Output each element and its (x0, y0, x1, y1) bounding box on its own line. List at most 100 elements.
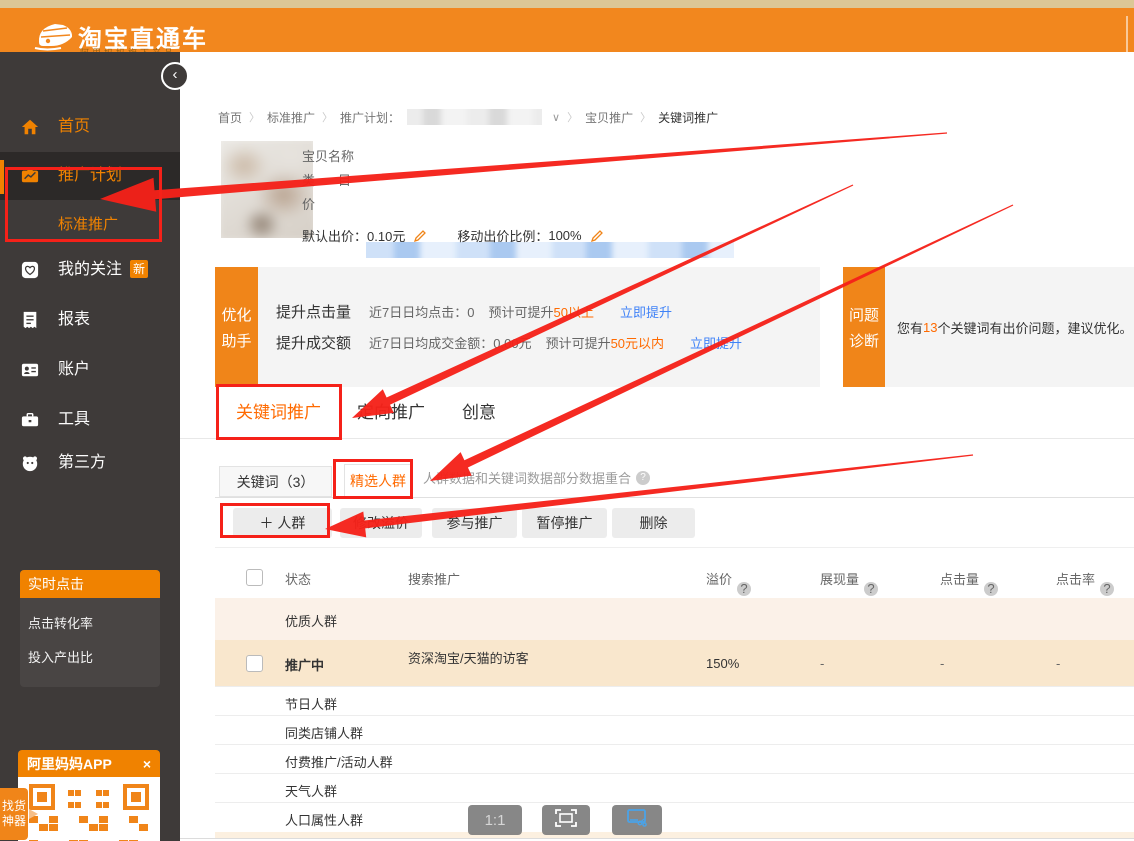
resume-promo-button[interactable]: 参与推广 (432, 508, 517, 538)
home-icon (21, 118, 39, 136)
modify-premium-button[interactable]: 修改溢价 (340, 508, 422, 538)
sidebar-item-home[interactable]: 首页 (0, 107, 180, 147)
audience-group-row: 人口属性人群 (215, 802, 1134, 831)
breadcrumb-separator: 〉 (567, 109, 578, 125)
account-icon (21, 361, 39, 379)
diagnosis-tag: 问题 诊断 (843, 267, 885, 387)
optimize-row-forecast: 预计可提升 (488, 302, 553, 321)
audience-group-row: 同类店铺人群 (215, 715, 1134, 744)
sidebar-item-label: 首页 (58, 107, 90, 147)
subtab-audiences[interactable]: 精选人群 (344, 464, 412, 498)
optimize-assistant-tag: 优化 助手 (215, 267, 258, 387)
breadcrumb-item[interactable]: 宝贝推广 (585, 109, 633, 126)
delete-button[interactable]: 删除 (612, 508, 695, 538)
tab-keyword-promo[interactable]: 关键词推广 (236, 399, 321, 426)
sidebar-item-label: 标准推广 (58, 205, 118, 245)
help-icon[interactable]: ? (864, 582, 878, 596)
side-tag-line1: 找货 (2, 799, 26, 814)
sidebar-item-label: 第三方 (58, 443, 106, 483)
subtab-note: 人群数据和关键词数据部分数据重合 ? (423, 468, 650, 487)
header-divider (1126, 16, 1128, 60)
audience-group-name: 人口属性人群 (285, 810, 363, 829)
viewer-fullscreen-button[interactable] (542, 805, 590, 835)
audience-group-name: 同类店铺人群 (285, 723, 363, 742)
thirdparty-icon (21, 454, 39, 472)
viewer-snip-button[interactable] (612, 805, 662, 835)
optimize-row: 提升成交额近7日日均成交金额：0.00元预计可提升50元以内立即提升 (276, 332, 820, 353)
optimize-row-forecast-highlight: 50元以内 (611, 333, 664, 352)
help-icon[interactable]: ? (984, 582, 998, 596)
column-header-audience: 搜索推广 (408, 569, 460, 588)
edit-ratio-icon[interactable] (590, 229, 604, 243)
optimize-row-stat: 近7日日均成交金额：0.00元 (369, 333, 532, 352)
bottom-divider (180, 838, 1134, 839)
help-icon[interactable]: ? (636, 471, 650, 485)
sidebar-collapse-button[interactable]: ‹ (161, 62, 189, 90)
optimize-now-link[interactable]: 立即提升 (690, 333, 742, 352)
realtime-panel-item[interactable]: 投入产出比 (20, 647, 160, 666)
diagnosis-text-suffix: 个关键词有出价问题，建议优化。 (937, 318, 1132, 337)
product-category-label-left: 类 (302, 170, 315, 189)
table-header: 状态搜索推广溢价?展现量?点击量?点击率? (215, 556, 1134, 598)
product-category-label-right: 目 (338, 170, 351, 189)
row-checkbox[interactable] (246, 655, 263, 672)
add-audience-button[interactable]: ＋ 人群 (233, 508, 332, 538)
app-promo-title: 阿里妈妈APP (27, 754, 112, 774)
breadcrumb-separator: 〉 (640, 109, 651, 125)
sidebar-item-third[interactable]: 第三方 (0, 443, 180, 483)
help-icon[interactable]: ? (1100, 582, 1114, 596)
product-price-label: 价 (302, 194, 315, 213)
realtime-panel-item[interactable]: 点击转化率 (20, 613, 160, 632)
side-tag-arrow-icon (29, 809, 38, 819)
optimize-row-forecast-highlight: 50以上 (554, 302, 594, 321)
optimize-tag-line2: 助手 (221, 330, 251, 351)
breadcrumb-plan-redacted (407, 109, 542, 125)
column-header-status: 状态 (285, 569, 311, 588)
sidebar-item-report[interactable]: 报表 (0, 300, 180, 340)
column-header-premium: 溢价? (706, 569, 732, 588)
sidebar-item-label: 账户 (58, 350, 90, 390)
toolbar-divider (215, 547, 1134, 548)
sidebar-item-standard[interactable]: 标准推广 (0, 205, 180, 245)
column-header-impressions: 展现量? (820, 569, 859, 588)
fullscreen-icon (555, 809, 577, 832)
close-icon[interactable]: × (143, 756, 151, 772)
breadcrumb-item: 关键词推广 (658, 109, 718, 126)
audience-group-name: 天气人群 (285, 781, 337, 800)
edit-bid-icon[interactable] (413, 229, 427, 243)
help-icon[interactable]: ? (737, 582, 751, 596)
subtab-note-text: 人群数据和关键词数据部分数据重合 (423, 468, 631, 487)
bid-settings-row: 默认出价：0.10元 移动出价比例：100% (302, 226, 604, 245)
top-strip (0, 0, 1134, 8)
audience-name[interactable]: 资深淘宝/天猫的访客 (408, 648, 529, 667)
select-all-checkbox[interactable] (246, 569, 263, 586)
sidebar-item-follow[interactable]: 我的关注新 (0, 250, 180, 290)
side-tag-goods-finder[interactable]: 找货 神器 (0, 788, 28, 840)
sidebar-item-campaign[interactable]: 推广计划 (0, 156, 180, 196)
tab-creative[interactable]: 创意 (462, 399, 496, 426)
app-window: 淘宝直通车 阿里妈妈旗下产品 首页推广计划标准推广我的关注新报表账户工具第三方 … (0, 0, 1134, 841)
product-name-label: 宝贝名称 (302, 146, 354, 165)
optimize-now-link[interactable]: 立即提升 (620, 302, 672, 321)
ctr-value: - (1056, 656, 1060, 671)
clicks-value: - (940, 656, 944, 671)
viewer-zoom-1to1-button[interactable]: 1:1 (468, 805, 522, 835)
sidebar-item-account[interactable]: 账户 (0, 350, 180, 390)
breadcrumb-item[interactable]: 首页 (218, 109, 242, 126)
breadcrumb-item[interactable]: 标准推广 (267, 109, 315, 126)
chevron-down-icon[interactable]: ∨ (552, 111, 560, 124)
premium-value: 150% (706, 656, 739, 671)
mobile-ratio-label: 移动出价比例： (457, 226, 548, 245)
breadcrumb-separator: 〉 (249, 109, 260, 125)
side-tag-line2: 神器 (2, 814, 26, 829)
snip-icon (626, 808, 648, 833)
optimize-row-title: 提升点击量 (276, 301, 351, 322)
sidebar-item-tools[interactable]: 工具 (0, 400, 180, 440)
subtab-keywords[interactable]: 关键词（3） (219, 466, 332, 497)
breadcrumb-separator: 〉 (322, 109, 333, 125)
realtime-panel-title[interactable]: 实时点击 (20, 570, 160, 598)
tab-targeted-promo[interactable]: 定向推广 (357, 399, 425, 426)
optimize-row-forecast: 预计可提升 (546, 333, 611, 352)
breadcrumb-item[interactable]: 推广计划： (340, 109, 400, 126)
pause-promo-button[interactable]: 暂停推广 (522, 508, 607, 538)
